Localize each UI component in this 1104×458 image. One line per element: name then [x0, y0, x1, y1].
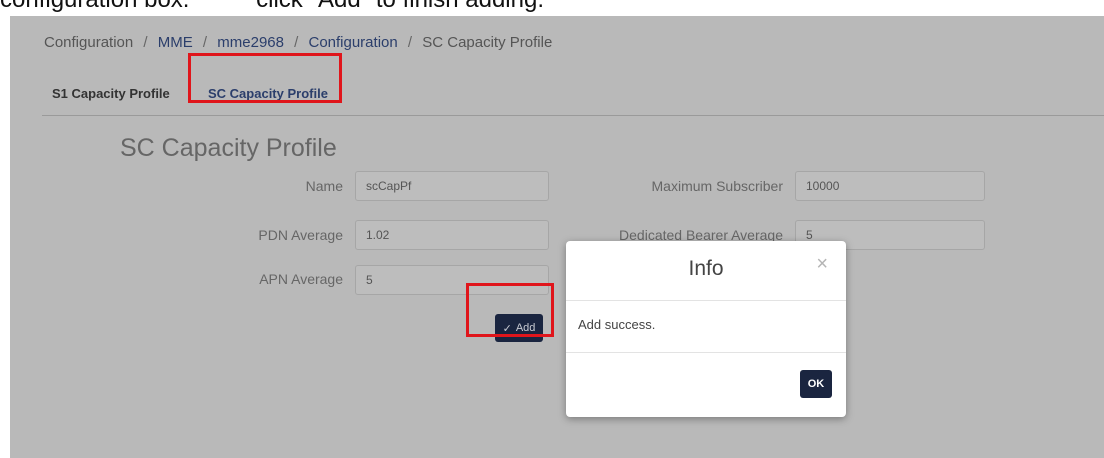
- add-button-label: Add: [515, 322, 536, 334]
- dialog-message: Add success.: [578, 317, 656, 332]
- breadcrumb-separator: /: [143, 34, 148, 51]
- caption-right: click "Add" to finish adding.: [256, 0, 544, 13]
- apn-average-label: APN Average: [259, 271, 343, 287]
- name-field[interactable]: scCapPf: [355, 171, 549, 201]
- caption-left: configuration box.: [0, 0, 189, 13]
- maximum-subscriber-field[interactable]: 10000: [795, 171, 985, 201]
- apn-average-field[interactable]: 5: [355, 265, 549, 295]
- breadcrumb-separator: /: [202, 34, 208, 51]
- tab-bar: S1 Capacity Profile SC Capacity Profile: [42, 74, 1104, 116]
- maximum-subscriber-label: Maximum Subscriber: [651, 178, 783, 194]
- tab-sc-capacity-profile[interactable]: SC Capacity Profile: [208, 84, 328, 104]
- dialog-title: Info: [688, 257, 724, 280]
- dialog-body: Add success.: [566, 301, 846, 353]
- breadcrumb-current: SC Capacity Profile: [422, 34, 553, 51]
- breadcrumb-item[interactable]: MME: [158, 34, 193, 51]
- breadcrumb-separator: /: [407, 34, 413, 51]
- add-button[interactable]: ✓ Add: [495, 314, 543, 342]
- pdn-average-label: PDN Average: [258, 227, 343, 243]
- breadcrumb-item[interactable]: Configuration: [308, 34, 397, 51]
- section-title: SC Capacity Profile: [120, 134, 337, 162]
- breadcrumb: Configuration / MME / mme2968 / Configur…: [44, 34, 552, 51]
- tab-s1-capacity-profile[interactable]: S1 Capacity Profile: [52, 84, 170, 104]
- breadcrumb-item[interactable]: Configuration: [44, 34, 133, 51]
- name-label: Name: [305, 178, 343, 194]
- app-window: Configuration / MME / mme2968 / Configur…: [10, 16, 1104, 458]
- info-dialog: Info × Add success. OK: [566, 241, 846, 417]
- close-icon[interactable]: ×: [816, 253, 828, 276]
- breadcrumb-separator: /: [294, 34, 299, 51]
- check-underline-icon: ✓: [502, 322, 512, 335]
- dialog-header: Info ×: [566, 241, 846, 301]
- pdn-average-field[interactable]: 1.02: [355, 220, 549, 250]
- breadcrumb-item[interactable]: mme2968: [217, 34, 284, 51]
- ok-button[interactable]: OK: [800, 370, 832, 398]
- instruction-caption: configuration box. click "Add" to finish…: [0, 0, 1104, 14]
